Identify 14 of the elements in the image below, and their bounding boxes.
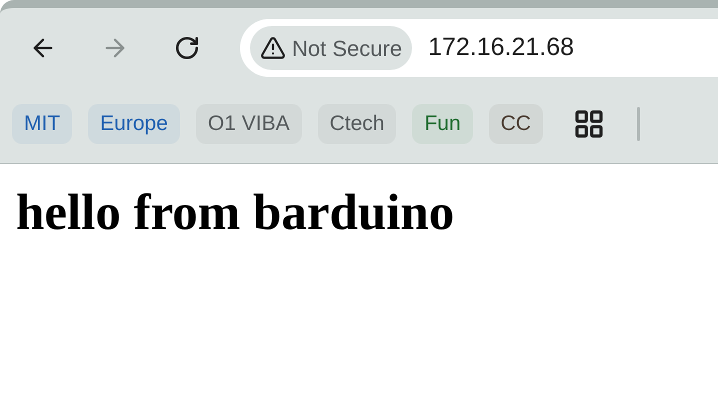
address-bar[interactable]: Not Secure 172.16.21.68 [240, 19, 718, 77]
security-chip[interactable]: Not Secure [250, 26, 412, 70]
page-heading: hello from barduino [15, 184, 456, 239]
bookmark-chip[interactable]: Fun [412, 104, 473, 144]
bookmark-chip[interactable]: Europe [88, 104, 180, 144]
bookmark-chip[interactable]: Ctech [318, 104, 396, 144]
bookmark-chip[interactable]: CC [488, 104, 543, 144]
apps-grid-icon[interactable] [572, 108, 605, 140]
warning-icon [260, 35, 286, 61]
bookmark-chip[interactable]: MIT [12, 104, 72, 144]
security-label: Not Secure [292, 34, 402, 62]
reload-icon [174, 35, 200, 61]
bookmark-chip[interactable]: O1 VIBA [196, 104, 302, 144]
url-text: 172.16.21.68 [428, 32, 574, 64]
